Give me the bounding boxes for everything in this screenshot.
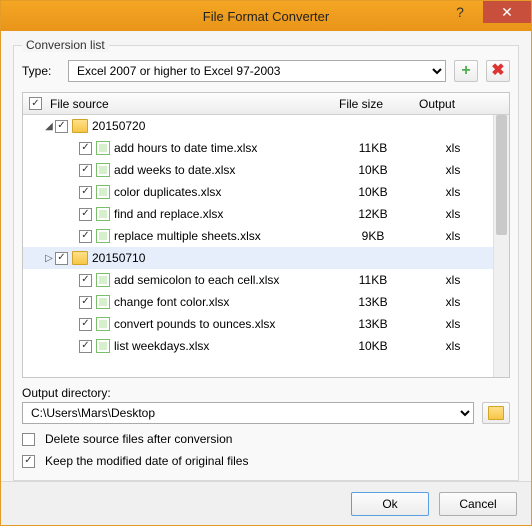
file-name: change font color.xlsx <box>114 295 333 309</box>
excel-icon <box>96 207 110 221</box>
outdir-label: Output directory: <box>22 386 510 400</box>
file-checkbox[interactable] <box>79 340 92 353</box>
file-checkbox[interactable] <box>79 296 92 309</box>
file-checkbox[interactable] <box>79 164 92 177</box>
folder-checkbox[interactable] <box>55 120 68 133</box>
excel-icon <box>96 317 110 331</box>
group-legend: Conversion list <box>22 38 109 52</box>
file-checkbox[interactable] <box>79 274 92 287</box>
file-size: 10KB <box>333 185 413 199</box>
file-name: add weeks to date.xlsx <box>114 163 333 177</box>
file-name: find and replace.xlsx <box>114 207 333 221</box>
file-output: xls <box>413 339 493 353</box>
folder-open-icon <box>488 406 504 420</box>
folder-name: 20150710 <box>92 251 333 265</box>
close-button[interactable]: ✕ <box>483 1 531 23</box>
file-row[interactable]: change font color.xlsx 13KB xls <box>23 291 509 313</box>
select-all-checkbox[interactable] <box>29 97 42 110</box>
file-checkbox[interactable] <box>79 318 92 331</box>
file-name: add semicolon to each cell.xlsx <box>114 273 333 287</box>
add-button[interactable]: + <box>454 60 478 82</box>
file-output: xls <box>413 295 493 309</box>
file-row[interactable]: find and replace.xlsx 12KB xls <box>23 203 509 225</box>
file-row[interactable]: add weeks to date.xlsx 10KB xls <box>23 159 509 181</box>
conversion-list-group: Conversion list Type: Excel 2007 or high… <box>13 45 519 481</box>
file-row[interactable]: convert pounds to ounces.xlsx 13KB xls <box>23 313 509 335</box>
file-size: 10KB <box>333 163 413 177</box>
file-checkbox[interactable] <box>79 142 92 155</box>
ok-button[interactable]: Ok <box>351 492 429 516</box>
file-size: 11KB <box>333 273 413 287</box>
delete-source-checkbox[interactable] <box>22 433 35 446</box>
keep-date-checkbox[interactable] <box>22 455 35 468</box>
file-row[interactable]: color duplicates.xlsx 10KB xls <box>23 181 509 203</box>
col-output: Output <box>413 97 493 111</box>
file-row[interactable]: add hours to date time.xlsx 11KB xls <box>23 137 509 159</box>
file-name: replace multiple sheets.xlsx <box>114 229 333 243</box>
file-name: convert pounds to ounces.xlsx <box>114 317 333 331</box>
file-row[interactable]: replace multiple sheets.xlsx 9KB xls <box>23 225 509 247</box>
file-size: 10KB <box>333 339 413 353</box>
expander-icon[interactable]: ◢ <box>43 121 55 132</box>
excel-icon <box>96 295 110 309</box>
file-size: 13KB <box>333 317 413 331</box>
help-button[interactable]: ? <box>437 1 483 23</box>
file-output: xls <box>413 141 493 155</box>
file-size: 9KB <box>333 229 413 243</box>
keep-date-label: Keep the modified date of original files <box>45 454 248 468</box>
excel-icon <box>96 163 110 177</box>
file-checkbox[interactable] <box>79 186 92 199</box>
remove-button[interactable]: ✖ <box>486 60 510 82</box>
dialog-window: File Format Converter ? ✕ Conversion lis… <box>0 0 532 526</box>
file-output: xls <box>413 207 493 221</box>
folder-row[interactable]: ▷ 20150710 <box>23 247 509 269</box>
outdir-select[interactable]: C:\Users\Mars\Desktop <box>22 402 474 424</box>
table-body: ◢ 20150720 add hours to date time.xlsx 1… <box>23 115 509 377</box>
delete-source-label: Delete source files after conversion <box>45 432 232 446</box>
table-header: File source File size Output <box>23 93 509 115</box>
browse-button[interactable] <box>482 402 510 424</box>
excel-icon <box>96 339 110 353</box>
excel-icon <box>96 229 110 243</box>
file-output: xls <box>413 273 493 287</box>
excel-icon <box>96 273 110 287</box>
file-size: 12KB <box>333 207 413 221</box>
col-size: File size <box>333 97 413 111</box>
file-checkbox[interactable] <box>79 208 92 221</box>
file-output: xls <box>413 163 493 177</box>
file-table: File source File size Output ◢ 20150720 … <box>22 92 510 378</box>
excel-icon <box>96 141 110 155</box>
col-source: File source <box>50 97 109 111</box>
plus-icon: + <box>461 63 470 79</box>
vertical-scrollbar[interactable] <box>493 115 509 377</box>
file-output: xls <box>413 317 493 331</box>
file-output: xls <box>413 229 493 243</box>
file-name: add hours to date time.xlsx <box>114 141 333 155</box>
file-name: color duplicates.xlsx <box>114 185 333 199</box>
excel-icon <box>96 185 110 199</box>
file-name: list weekdays.xlsx <box>114 339 333 353</box>
type-label: Type: <box>22 64 60 78</box>
folder-icon <box>72 119 88 133</box>
folder-row[interactable]: ◢ 20150720 <box>23 115 509 137</box>
dialog-footer: Ok Cancel <box>1 481 531 525</box>
folder-icon <box>72 251 88 265</box>
type-select[interactable]: Excel 2007 or higher to Excel 97-2003 <box>68 60 446 82</box>
folder-checkbox[interactable] <box>55 252 68 265</box>
x-icon: ✖ <box>491 63 504 79</box>
scroll-thumb[interactable] <box>496 115 507 235</box>
expander-icon[interactable]: ▷ <box>43 253 55 264</box>
folder-name: 20150720 <box>92 119 333 133</box>
file-size: 11KB <box>333 141 413 155</box>
titlebar: File Format Converter ? ✕ <box>1 1 531 31</box>
file-output: xls <box>413 185 493 199</box>
file-row[interactable]: add semicolon to each cell.xlsx 11KB xls <box>23 269 509 291</box>
file-row[interactable]: list weekdays.xlsx 10KB xls <box>23 335 509 357</box>
file-size: 13KB <box>333 295 413 309</box>
cancel-button[interactable]: Cancel <box>439 492 517 516</box>
file-checkbox[interactable] <box>79 230 92 243</box>
